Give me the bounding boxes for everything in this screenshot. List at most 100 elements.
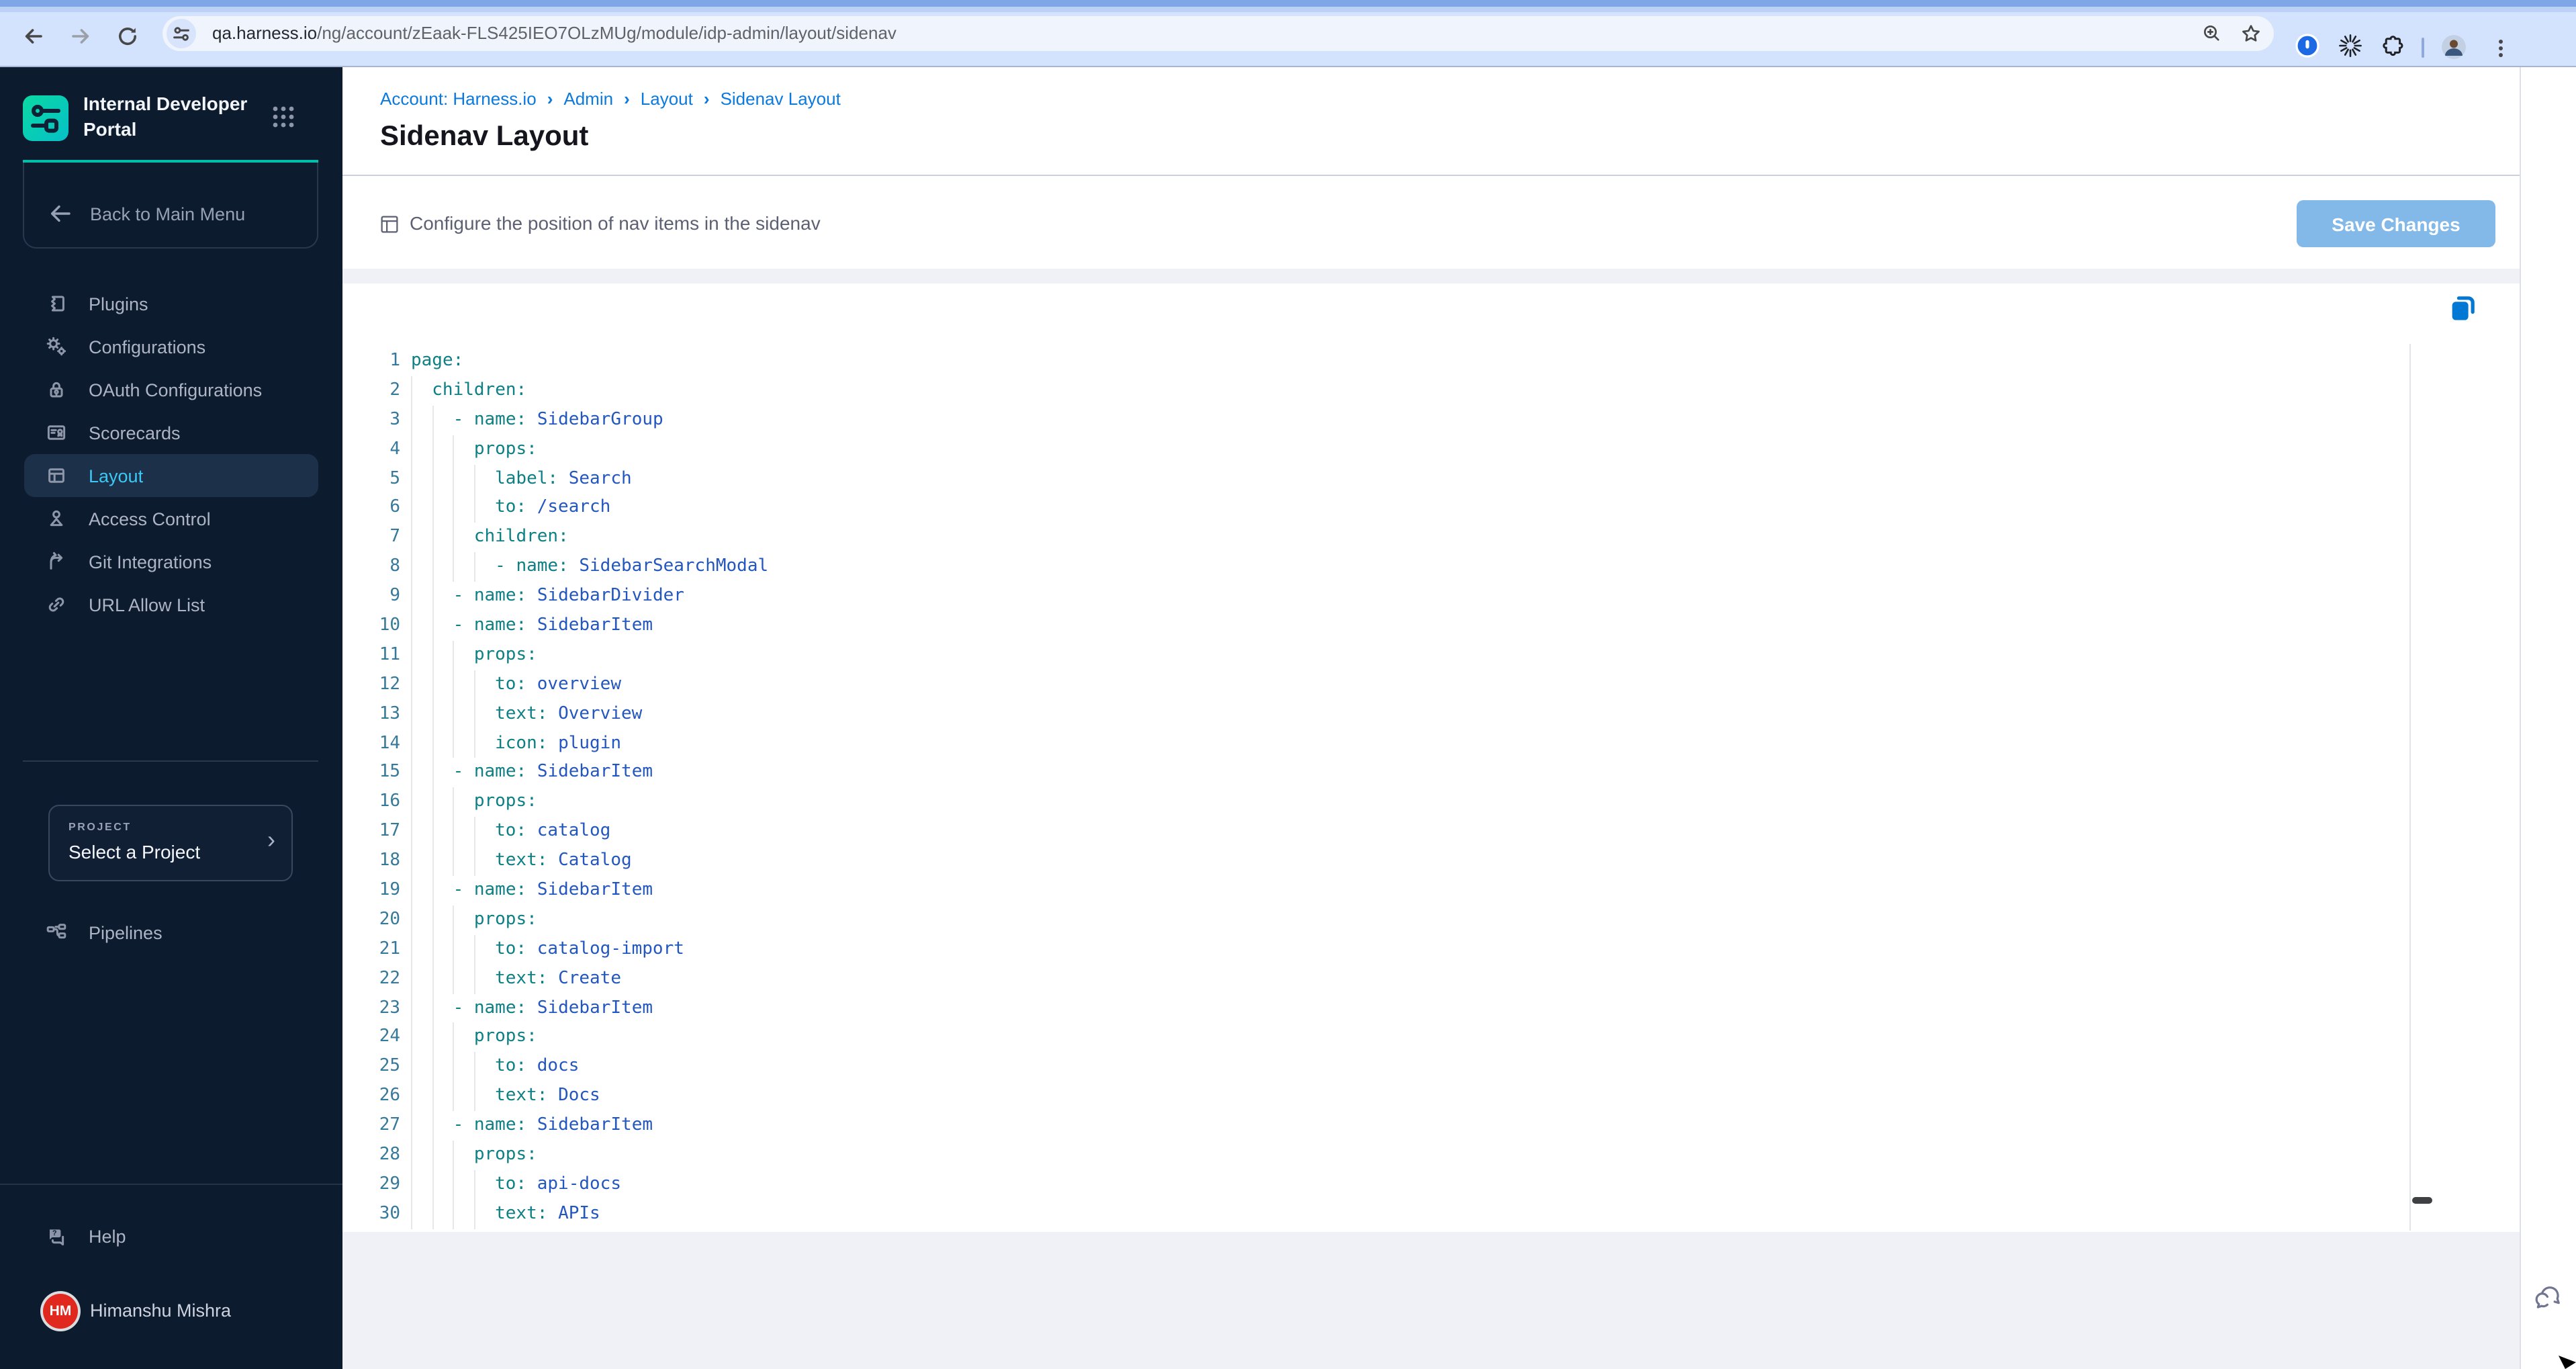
indent-guide	[411, 1141, 432, 1170]
code-line[interactable]: 28 props:	[342, 1141, 2412, 1170]
code-line[interactable]: 2 children:	[342, 376, 2412, 406]
indent-guide	[432, 964, 453, 994]
main-content: Account: Harness.io › Admin › Layout › Sidenav…	[342, 67, 2520, 1369]
code-line[interactable]: 17 to: catalog	[342, 817, 2412, 847]
spinner-extension-icon[interactable]	[2338, 34, 2362, 58]
url-text[interactable]: qa.harness.io/ng/account/zEaak-FLS425IEO…	[212, 16, 896, 51]
sidebar-item-scorecards[interactable]: Scorecards	[24, 411, 318, 454]
indent-guide	[432, 817, 453, 847]
code-line[interactable]: 16 props:	[342, 787, 2412, 818]
code-line[interactable]: 10 - name: SidebarItem	[342, 611, 2412, 641]
code-line[interactable]: 1 page:	[342, 347, 2412, 376]
sidebar-item-pipelines[interactable]: Pipelines	[24, 911, 318, 954]
code-line[interactable]: 26 text: Docs	[342, 1081, 2412, 1112]
code-line[interactable]: 8 - name: SidebarSearchModal	[342, 552, 2412, 582]
zoom-icon[interactable]	[2201, 23, 2223, 44]
code-line[interactable]: 7 children:	[342, 523, 2412, 553]
line-number: 12	[379, 674, 400, 695]
back-to-main-menu[interactable]: Back to Main Menu	[23, 195, 318, 232]
code-line[interactable]: 21 to: catalog-import	[342, 934, 2412, 965]
module-grid-icon[interactable]	[270, 103, 297, 130]
indent-guide	[411, 1022, 432, 1053]
copy-icon[interactable]	[2447, 292, 2479, 324]
forward-arrow-icon[interactable]	[68, 24, 93, 48]
sidebar-item-git-integrations[interactable]: Git Integrations	[24, 540, 318, 583]
profile-avatar[interactable]	[2442, 35, 2466, 59]
mouse-cursor	[2559, 1356, 2576, 1369]
breadcrumb-item[interactable]: Layout	[641, 89, 693, 109]
sidebar-item-plugins[interactable]: Plugins	[24, 282, 318, 325]
line-number: 18	[379, 850, 400, 871]
sidebar-item-access-control[interactable]: Access Control	[24, 497, 318, 540]
user-name: Himanshu Mishra	[90, 1300, 232, 1321]
code-line[interactable]: 20 props:	[342, 905, 2412, 935]
breadcrumb-item[interactable]: Sidenav Layout	[721, 89, 841, 109]
yaml-editor-card[interactable]: 1 page: 2 children: 3 - name: SidebarGroup 4 pr…	[342, 283, 2520, 1232]
code-line[interactable]: 5 label: Search	[342, 464, 2412, 494]
code-line[interactable]: 25 to: docs	[342, 1052, 2412, 1082]
line-number: 14	[379, 733, 400, 754]
reload-icon[interactable]	[116, 24, 140, 48]
code-line[interactable]: 4 props:	[342, 435, 2412, 465]
code-text: label: Search	[411, 464, 632, 494]
back-arrow-icon[interactable]	[21, 24, 46, 48]
breadcrumb-item[interactable]: Admin	[563, 89, 613, 109]
code-text: page:	[411, 351, 464, 371]
code-line[interactable]: 29 to: api-docs	[342, 1169, 2412, 1200]
bookmark-star-icon[interactable]	[2240, 23, 2262, 44]
onepassword-icon[interactable]	[2295, 34, 2319, 58]
save-changes-button[interactable]: Save Changes	[2297, 200, 2495, 247]
pipelines-row: Pipelines	[0, 911, 342, 954]
indent-guide	[473, 1052, 495, 1082]
code-line[interactable]: 11 props:	[342, 640, 2412, 670]
indent-guide	[411, 1111, 432, 1141]
code-text: props:	[411, 787, 537, 818]
indent-guide	[432, 552, 453, 582]
indent-guide	[473, 670, 495, 700]
code-text: - name: SidebarItem	[411, 993, 653, 1023]
code-line[interactable]: 27 - name: SidebarItem	[342, 1111, 2412, 1141]
indent-guide	[432, 464, 453, 494]
code-line[interactable]: 22 text: Create	[342, 964, 2412, 994]
line-number: 20	[379, 909, 400, 930]
code-text: - name: SidebarItem	[411, 758, 653, 788]
code-line[interactable]: 6 to: /search	[342, 493, 2412, 523]
code-line[interactable]: 3 - name: SidebarGroup	[342, 405, 2412, 435]
extensions-puzzle-icon[interactable]	[2381, 34, 2405, 58]
code-line[interactable]: 30 text: APIs	[342, 1199, 2412, 1229]
indent-guide	[432, 905, 453, 935]
editor-scrollbar-thumb[interactable]	[2412, 1197, 2432, 1204]
sidebar-item-label: Git Integrations	[89, 551, 212, 572]
code-line[interactable]: 9 - name: SidebarDivider	[342, 582, 2412, 612]
sidebar-item-layout[interactable]: Layout	[24, 454, 318, 497]
product-name: Internal Developer Portal	[83, 93, 248, 140]
code-text: - name: SidebarSearchModal	[411, 552, 768, 582]
indent-guide	[453, 640, 474, 670]
code-line[interactable]: 14 icon: plugin	[342, 729, 2412, 758]
sidebar-item-url-allow-list[interactable]: URL Allow List	[24, 583, 318, 626]
sidebar-item-oauth-configurations[interactable]: OAuth Configurations	[24, 368, 318, 411]
tune-icon[interactable]	[167, 19, 196, 48]
indent-guide	[411, 934, 432, 965]
code-line[interactable]: 13 text: Overview	[342, 699, 2412, 730]
kebab-menu-icon[interactable]	[2489, 36, 2513, 60]
line-number: 29	[379, 1174, 400, 1194]
sidebar-item-help[interactable]: ? Help	[24, 1215, 318, 1257]
user-menu[interactable]: HM Himanshu Mishra	[43, 1292, 329, 1329]
project-selector[interactable]: PROJECT Select a Project ›	[48, 805, 293, 881]
code-line[interactable]: 15 - name: SidebarItem	[342, 758, 2412, 788]
breadcrumb-item[interactable]: Account: Harness.io	[380, 89, 537, 109]
code-line[interactable]: 19 - name: SidebarItem	[342, 876, 2412, 906]
indent-guide	[473, 729, 495, 758]
code-text: - name: SidebarGroup	[411, 405, 663, 435]
sidebar-item-configurations[interactable]: Configurations	[24, 325, 318, 368]
code-text: to: docs	[411, 1052, 579, 1082]
code-line[interactable]: 12 to: overview	[342, 670, 2412, 700]
chat-support-icon[interactable]	[2530, 1279, 2565, 1314]
code-line[interactable]: 23 - name: SidebarItem	[342, 993, 2412, 1023]
code-line[interactable]: 24 props:	[342, 1022, 2412, 1053]
line-number: 11	[379, 644, 400, 665]
indent-guide	[453, 1141, 474, 1170]
address-bar[interactable]: qa.harness.io/ng/account/zEaak-FLS425IEO…	[163, 16, 2274, 51]
code-line[interactable]: 18 text: Catalog	[342, 846, 2412, 877]
